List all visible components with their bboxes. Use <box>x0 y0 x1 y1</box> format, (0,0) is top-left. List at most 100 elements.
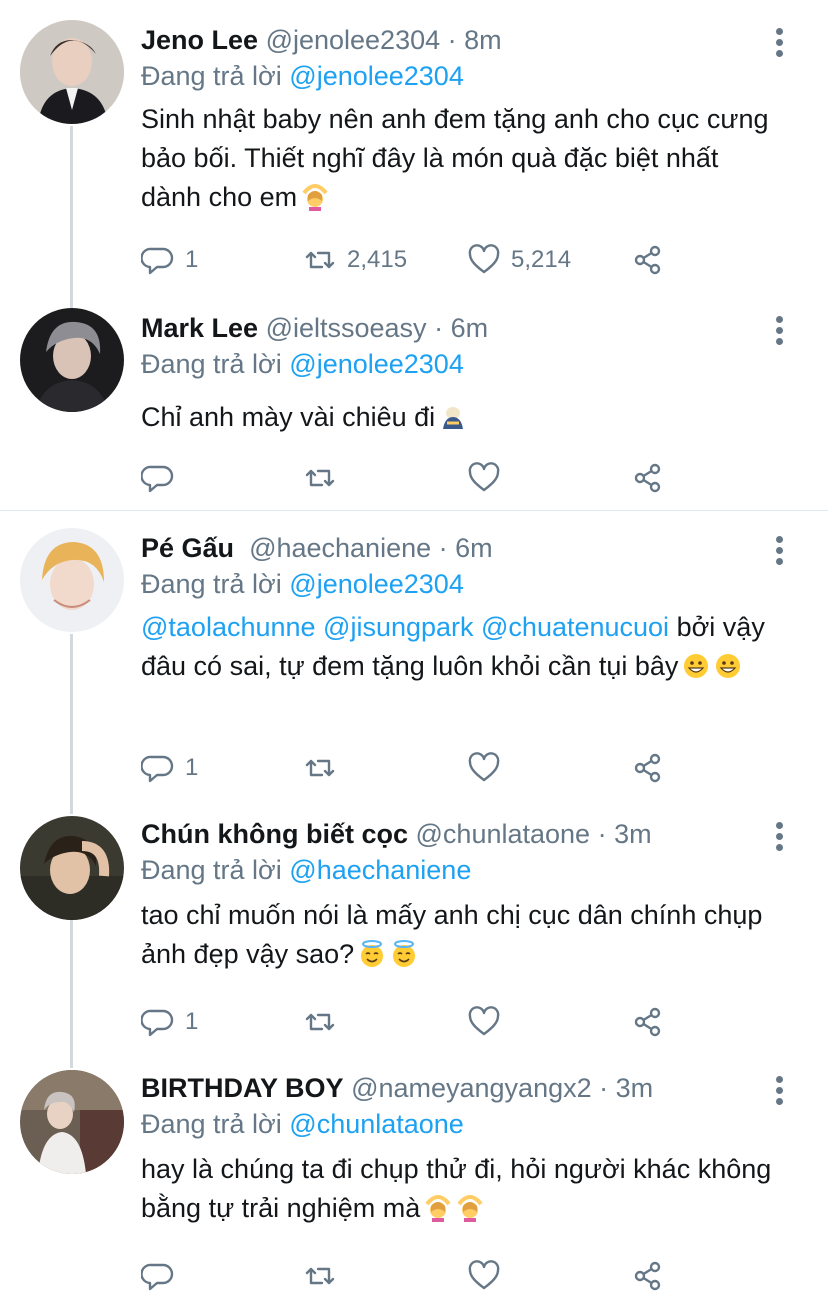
handle[interactable]: @nameyangyangx2 <box>351 1073 592 1103</box>
replying-to-label: Đang trả lời <box>141 349 282 379</box>
retweet-button[interactable] <box>303 1256 347 1296</box>
like-count: 5,214 <box>511 246 572 273</box>
share-icon <box>634 1261 661 1291</box>
timestamp[interactable]: 8m <box>464 25 502 55</box>
timestamp[interactable]: 6m <box>451 313 489 343</box>
replying-to: Đang trả lời @jenolee2304 <box>141 56 464 96</box>
reply-icon <box>141 755 174 783</box>
avatar[interactable] <box>20 816 124 920</box>
retweet-button[interactable] <box>303 458 347 498</box>
reply-icon <box>141 247 174 275</box>
more-options-icon[interactable] <box>774 316 784 346</box>
retweet-icon <box>305 251 335 269</box>
share-button[interactable] <box>631 240 665 280</box>
share-icon <box>634 753 661 783</box>
heart-icon <box>468 244 500 274</box>
avatar[interactable] <box>20 1070 124 1174</box>
tweet-text: Chỉ anh mày vài chiêu đi <box>141 398 781 437</box>
tweet: Mark Lee @ieltssoeasy · 6m Đang trả lời … <box>0 308 828 508</box>
replying-to-mention[interactable]: @chunlataone <box>289 1109 464 1139</box>
reply-icon <box>141 1263 174 1291</box>
timestamp[interactable]: 3m <box>616 1073 654 1103</box>
share-icon <box>634 1007 661 1037</box>
replying-to-mention[interactable]: @jenolee2304 <box>289 349 464 379</box>
tweet-header: BIRTHDAY BOY @nameyangyangx2 · 3m <box>141 1068 653 1108</box>
like-button[interactable] <box>467 748 511 788</box>
more-options-icon[interactable] <box>774 1076 784 1106</box>
reply-icon <box>141 465 174 493</box>
tweet-header: Mark Lee @ieltssoeasy · 6m <box>141 308 488 348</box>
separator-dot: · <box>447 25 457 55</box>
more-options-icon[interactable] <box>774 28 784 58</box>
avatar[interactable] <box>20 308 124 412</box>
conversation-divider <box>0 510 828 511</box>
more-options-icon[interactable] <box>774 822 784 852</box>
display-name[interactable]: Mark Lee <box>141 313 258 343</box>
tweet-actions: 1 2,415 5,214 <box>141 240 701 280</box>
like-button[interactable] <box>467 458 511 498</box>
retweet-button[interactable] <box>303 748 347 788</box>
avatar[interactable] <box>20 528 124 632</box>
tweet-actions <box>141 1256 701 1296</box>
share-button[interactable] <box>631 458 665 498</box>
separator-dot: · <box>597 819 607 849</box>
reply-button[interactable]: 1 <box>141 240 198 280</box>
reply-button[interactable] <box>141 1256 185 1296</box>
tweet: Chún không biết cọc @chunlataone · 3m Đa… <box>0 814 828 1054</box>
handle[interactable]: @jenolee2304 <box>266 25 441 55</box>
replying-to: Đang trả lời @haechaniene <box>141 850 471 890</box>
retweet-button[interactable] <box>303 1002 347 1042</box>
reply-count: 1 <box>185 754 199 781</box>
reply-count: 1 <box>185 1008 199 1035</box>
tweet-text: hay là chúng ta đi chụp thử đi, hỏi ngườ… <box>141 1150 781 1228</box>
replying-to-label: Đang trả lời <box>141 1109 282 1139</box>
replying-to-mention[interactable]: @jenolee2304 <box>289 61 464 91</box>
grinning-face-emoji <box>684 654 709 678</box>
more-options-icon[interactable] <box>774 536 784 566</box>
smiling-face-with-halo-emoji <box>393 940 416 967</box>
handle[interactable]: @chunlataone <box>416 819 591 849</box>
reply-button[interactable] <box>141 458 185 498</box>
replying-to-label: Đang trả lời <box>141 569 282 599</box>
reply-icon <box>141 1009 174 1037</box>
separator-dot: · <box>438 533 448 563</box>
handle[interactable]: @haechaniene <box>249 533 431 563</box>
reply-button[interactable]: 1 <box>141 1002 198 1042</box>
replying-to: Đang trả lời @jenolee2304 <box>141 564 464 604</box>
replying-to-label: Đang trả lời <box>141 61 282 91</box>
display-name[interactable]: Jeno Lee <box>141 25 258 55</box>
retweet-count: 2,415 <box>347 246 408 273</box>
replying-to-label: Đang trả lời <box>141 855 282 885</box>
retweet-button[interactable]: 2,415 <box>303 240 407 280</box>
tweet-header: Chún không biết cọc @chunlataone · 3m <box>141 814 652 854</box>
reply-button[interactable]: 1 <box>141 748 198 788</box>
display-name[interactable]: Pé Gấu <box>141 533 234 563</box>
like-button[interactable]: 5,214 <box>467 240 571 280</box>
replying-to-mention[interactable]: @haechaniene <box>289 855 471 885</box>
display-name[interactable]: BIRTHDAY BOY <box>141 1073 344 1103</box>
share-button[interactable] <box>631 748 665 788</box>
heart-icon <box>468 1260 500 1290</box>
tweet-actions <box>141 458 701 498</box>
share-icon <box>634 463 661 493</box>
separator-dot: · <box>599 1073 609 1103</box>
tweet: Pé Gấu @haechaniene · 6m Đang trả lời @j… <box>0 528 828 798</box>
share-button[interactable] <box>631 1002 665 1042</box>
share-button[interactable] <box>631 1256 665 1296</box>
tweet-text: tao chỉ muốn nói là mấy anh chị cục dân … <box>141 896 781 974</box>
person-bowing-emoji <box>443 407 464 429</box>
timestamp[interactable]: 6m <box>455 533 493 563</box>
tweet-mentions[interactable]: @taolachunne @jisungpark @chuatenucuoi <box>141 612 669 642</box>
woman-gesturing-ok-emoji <box>425 1195 451 1222</box>
display-name[interactable]: Chún không biết cọc <box>141 819 408 849</box>
tweet-text-content: Sinh nhật baby nên anh đem tặng anh cho … <box>141 104 769 212</box>
handle[interactable]: @ieltssoeasy <box>266 313 427 343</box>
reply-count: 1 <box>185 246 199 273</box>
tweet: Jeno Lee @jenolee2304 · 8m Đang trả lời … <box>0 20 828 290</box>
timestamp[interactable]: 3m <box>614 819 652 849</box>
avatar[interactable] <box>20 20 124 124</box>
like-button[interactable] <box>467 1002 511 1042</box>
tweet-actions: 1 <box>141 748 701 788</box>
like-button[interactable] <box>467 1256 511 1296</box>
replying-to-mention[interactable]: @jenolee2304 <box>289 569 464 599</box>
